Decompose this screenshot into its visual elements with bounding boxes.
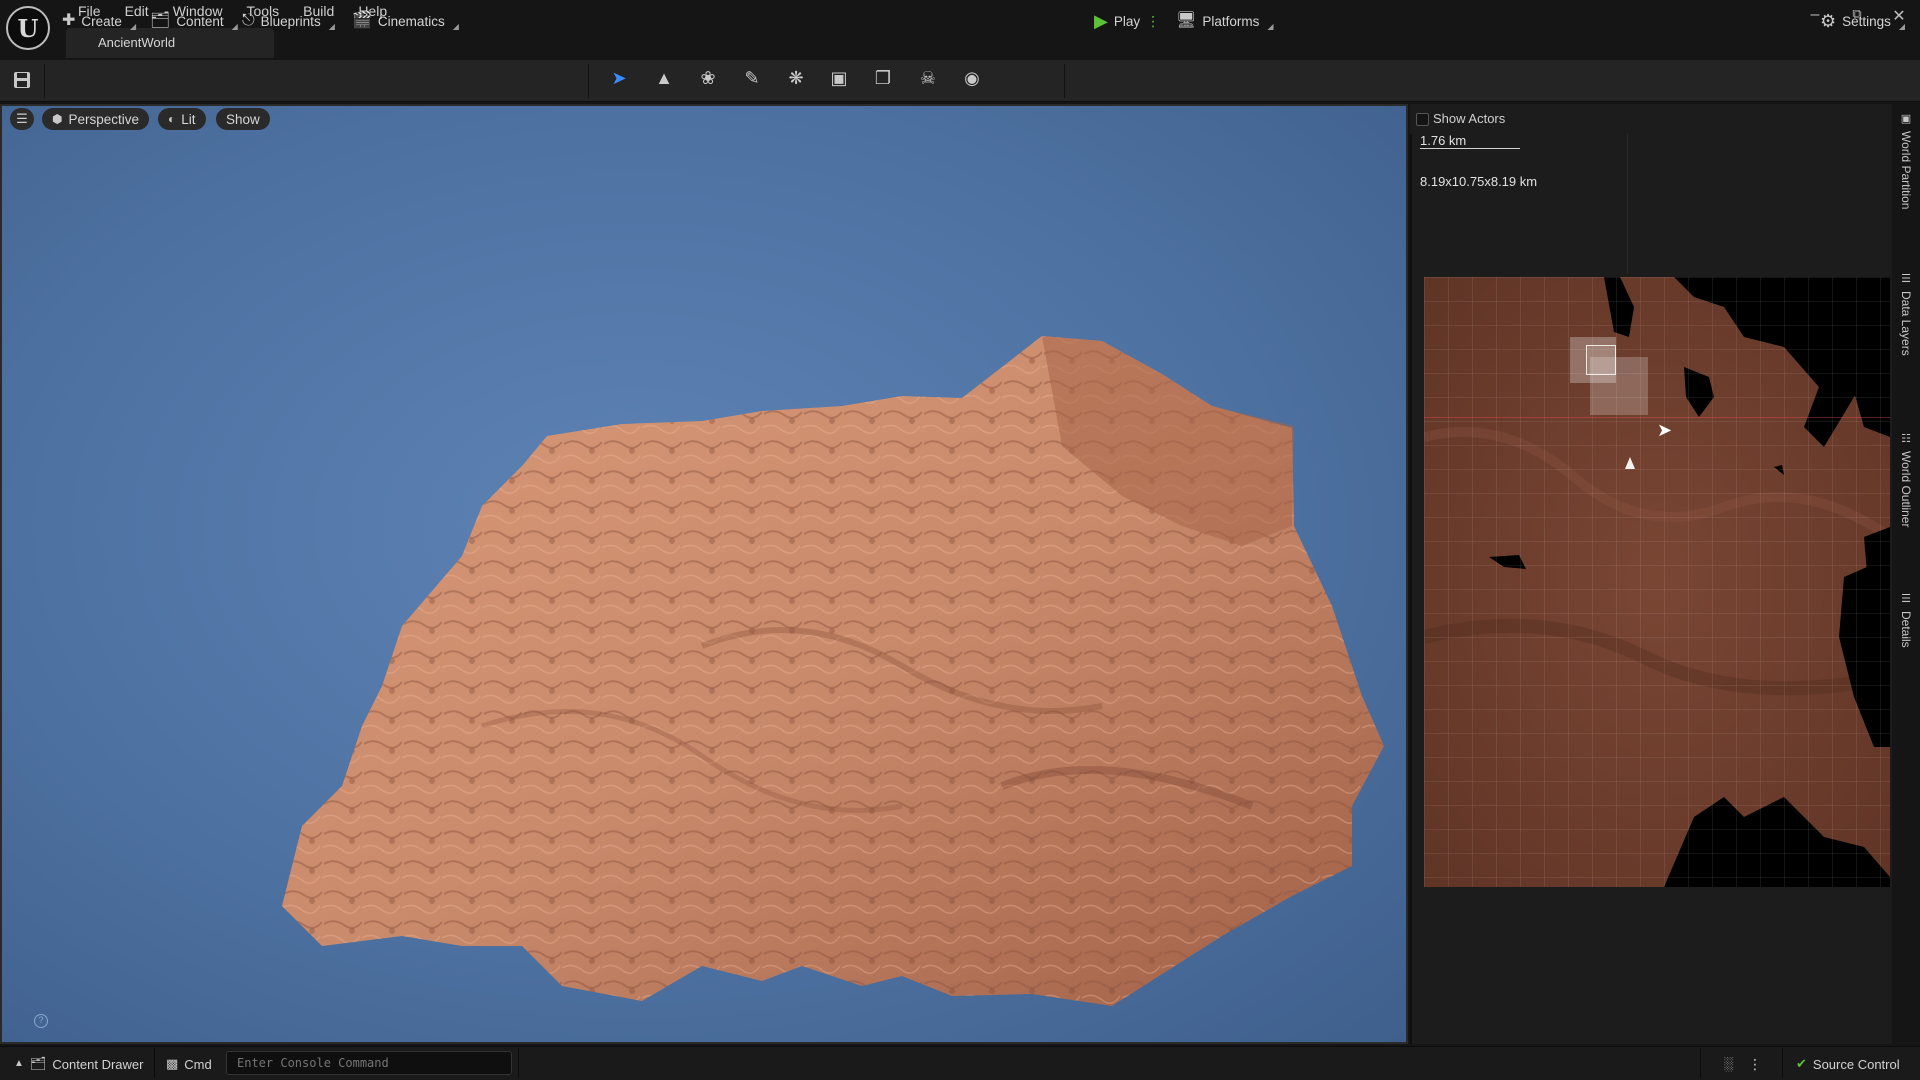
side-tab-strip: [1892, 104, 1920, 1044]
minimap-grid: [1424, 277, 1890, 887]
platforms-icon: 🖥: [1176, 12, 1197, 29]
perspective-button[interactable]: ⬢ Perspective: [42, 108, 150, 130]
viewport-stats-icon[interactable]: ?: [34, 1014, 48, 1028]
cinematics-label: Cinematics: [377, 13, 445, 29]
level-tab-label: AncientWorld: [98, 35, 176, 50]
tab-data-layers-label: Data Layers: [1899, 291, 1913, 356]
cmd-button[interactable]: ▩ Cmd: [166, 1053, 212, 1075]
create-icon: ✚: [62, 12, 76, 29]
dropdown-arrow-icon: ◢: [1898, 21, 1906, 31]
level-viewport[interactable]: [0, 104, 1408, 1044]
data-layers-icon: ☰: [1901, 273, 1911, 285]
outliner-icon: ☷: [1901, 433, 1911, 445]
select-mode-icon[interactable]: ➤: [607, 66, 631, 90]
tab-details-label: Details: [1899, 611, 1913, 648]
statusbar-separator: [518, 1048, 519, 1078]
platforms-label: Platforms: [1202, 13, 1260, 29]
platforms-button[interactable]: 🖥 Platforms ◢: [1176, 8, 1273, 34]
details-icon: ☰: [1901, 593, 1911, 605]
world-dimensions-label: 8.19x10.75x8.19 km: [1420, 174, 1538, 189]
settings-button[interactable]: ⚙ Settings ◢: [1820, 8, 1905, 34]
lit-sphere-icon: ◐: [168, 112, 176, 126]
play-label: Play: [1113, 13, 1141, 29]
fracture-mode-icon[interactable]: ❋: [784, 66, 808, 90]
selection-rectangle[interactable]: [1586, 345, 1616, 375]
grid-line: [1627, 134, 1628, 274]
source-control-button[interactable]: ✔ Source Control: [1796, 1053, 1900, 1075]
terrain-render: [282, 336, 1384, 1006]
perspective-label: Perspective: [68, 111, 140, 127]
show-actors-checkbox[interactable]: [1416, 113, 1429, 126]
world-partition-minimap[interactable]: ➤: [1424, 277, 1890, 887]
grid-axis-line: [1424, 417, 1890, 418]
world-partition-icon: ▣: [1900, 113, 1912, 125]
cube-icon: ⬢: [52, 112, 63, 126]
mesh-paint-mode-icon[interactable]: ✎: [740, 66, 764, 90]
play-icon: ▶: [1094, 11, 1108, 31]
show-button[interactable]: Show: [216, 108, 270, 130]
tab-details[interactable]: ☰ Details: [1892, 592, 1920, 648]
blueprints-icon: ⎋: [242, 12, 255, 29]
derived-data-button[interactable]: ░: [1724, 1053, 1733, 1075]
mouse-cursor-icon: ➤: [1657, 420, 1673, 440]
create-label: Create: [81, 13, 122, 29]
animation-mode-icon[interactable]: ☠: [916, 66, 940, 90]
create-button[interactable]: ✚ Create ◢: [62, 8, 136, 34]
play-button[interactable]: ▶ Play ⋮: [1094, 8, 1160, 34]
map-scale-label: 1.76 km: [1420, 133, 1467, 148]
show-actors-label: Show Actors: [1433, 111, 1506, 126]
brush-edit-mode-icon[interactable]: ▣: [827, 66, 851, 90]
gear-icon: ⚙: [1820, 11, 1837, 31]
play-options-icon[interactable]: ⋮: [1146, 13, 1160, 29]
statusbar-separator: [154, 1048, 155, 1078]
show-label: Show: [226, 111, 260, 127]
content-icon: 🗂: [150, 12, 171, 29]
check-circle-icon: ✔: [1796, 1056, 1807, 1071]
tab-data-layers[interactable]: ☰ Data Layers: [1892, 272, 1920, 356]
tab-world-outliner-label: World Outliner: [1899, 451, 1913, 528]
terminal-icon: ▩: [166, 1056, 179, 1071]
content-label: Content: [176, 13, 224, 29]
cinematics-button[interactable]: 🎬 Cinematics ◢: [352, 8, 459, 34]
dropdown-arrow-icon: ◢: [129, 21, 137, 31]
geometry-mode-icon[interactable]: ◉: [960, 66, 984, 90]
blueprints-button[interactable]: ⎋ Blueprints ◢: [242, 8, 335, 34]
foliage-mode-icon[interactable]: ❀: [696, 66, 720, 90]
cinematics-icon: 🎬: [352, 12, 372, 29]
tab-world-outliner[interactable]: ☷ World Outliner: [1892, 432, 1920, 527]
unreal-logo-icon[interactable]: U: [6, 6, 50, 50]
map-scale-bar: [1420, 148, 1520, 149]
dropdown-arrow-icon: ◢: [452, 21, 459, 31]
statusbar-separator: [1782, 1048, 1783, 1078]
more-options-icon: ⋮: [1748, 1056, 1762, 1072]
dropdown-arrow-icon: ◢: [231, 21, 238, 31]
save-icon[interactable]: [12, 70, 32, 90]
tab-world-partition[interactable]: ▣ World Partition: [1892, 112, 1920, 209]
blueprints-label: Blueprints: [260, 13, 321, 29]
lit-button[interactable]: ◐ Lit: [158, 108, 206, 130]
modeling-mode-icon[interactable]: ❐: [871, 66, 895, 90]
content-button[interactable]: 🗂 Content ◢: [150, 8, 238, 34]
tab-world-partition-label: World Partition: [1899, 131, 1913, 210]
bar-chart-icon: ░: [1724, 1056, 1734, 1071]
console-command-input[interactable]: [226, 1051, 512, 1075]
toolbar-separator: [588, 64, 589, 98]
content-drawer-label: Content Drawer: [52, 1056, 144, 1072]
settings-label: Settings: [1842, 13, 1891, 29]
statusbar-separator: [1700, 1048, 1701, 1078]
toolbar-separator: [1064, 64, 1065, 98]
viewport-menu-icon[interactable]: ☰: [10, 108, 34, 130]
status-options-button[interactable]: ⋮: [1748, 1053, 1762, 1075]
content-drawer-button[interactable]: ▲ 🗂 Content Drawer: [14, 1053, 143, 1075]
source-control-label: Source Control: [1812, 1056, 1900, 1072]
dropdown-arrow-icon: ◢: [1267, 21, 1274, 31]
chevron-up-icon: ▲: [14, 1058, 24, 1069]
lit-label: Lit: [181, 111, 196, 127]
dropdown-arrow-icon: ◢: [328, 21, 335, 31]
content-drawer-icon: 🗂: [29, 1056, 47, 1071]
camera-location-icon: [1625, 457, 1635, 469]
toolbar-separator: [44, 64, 45, 98]
landscape-mode-icon[interactable]: ▲: [652, 66, 676, 90]
cmd-label: Cmd: [184, 1056, 212, 1072]
